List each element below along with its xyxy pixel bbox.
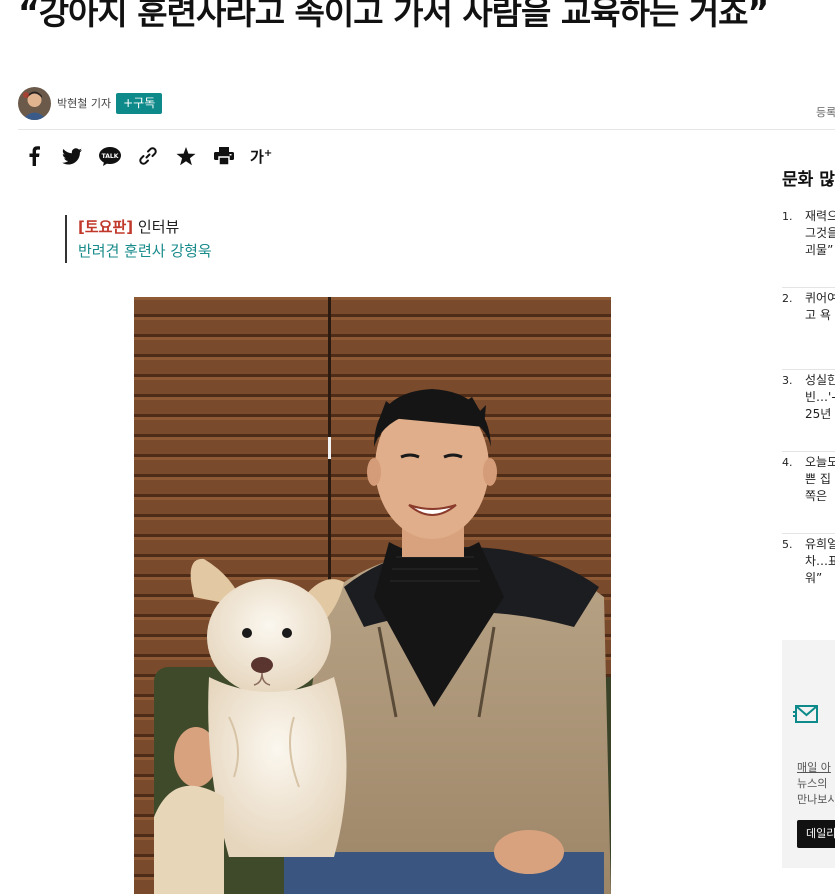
subhead-tag: [토요판] xyxy=(78,218,134,236)
byline-divider xyxy=(18,129,835,130)
share-toolbar: TALK 가+ xyxy=(22,144,272,168)
newsletter-subscribe-button[interactable]: 데일리 xyxy=(797,820,835,848)
kakaotalk-icon[interactable]: TALK xyxy=(98,144,122,168)
rank-number: 5. xyxy=(782,538,793,551)
rank-number: 2. xyxy=(782,292,793,305)
newsletter-desc-line: 만나보시 xyxy=(797,793,835,806)
reporter-name[interactable]: 박현철 기자 xyxy=(57,95,111,111)
newsletter-desc-line: 뉴스의 xyxy=(797,777,828,790)
rank-title[interactable]: 오늘도 쁜 집 쪽은 xyxy=(805,454,835,505)
star-icon[interactable] xyxy=(174,144,198,168)
sidebar-title: 문화 많이 xyxy=(782,170,835,190)
article-headline: “강아지 훈련사라고 속이고 가서 사람을 교육하는 거죠” xyxy=(18,0,769,32)
rank-title[interactable]: 퀴어여 고 욕 xyxy=(805,290,835,324)
font-size-label: 가 xyxy=(250,147,264,166)
rank-title[interactable]: 유희얼 차…표 워” xyxy=(805,536,835,587)
newsletter-description: 뉴스의 만나보시 xyxy=(797,776,835,808)
article-subhead: [토요판] 인터뷰 반려견 훈련사 강형욱 xyxy=(65,215,212,263)
subhead-kind: 인터뷰 xyxy=(137,218,180,236)
reporter-avatar[interactable] xyxy=(18,86,51,120)
rank-title[interactable]: 재력으 그것을 괴물” xyxy=(805,208,835,259)
subhead-title: 반려견 훈련사 강형욱 xyxy=(78,242,212,260)
newsletter-link[interactable]: 매일 아 xyxy=(797,759,831,775)
rank-number: 3. xyxy=(782,374,793,387)
ranking-item-2[interactable]: 2. 퀴어여 고 욕 xyxy=(782,288,835,370)
ranking-item-5[interactable]: 5. 유희얼 차…표 워” xyxy=(782,534,835,616)
svg-text:TALK: TALK xyxy=(102,153,119,160)
byline: 박현철 기자 +구독 xyxy=(18,86,163,120)
font-size-plus: + xyxy=(263,147,273,159)
registered-date-label: 등록 xyxy=(816,106,835,119)
print-icon[interactable] xyxy=(212,144,236,168)
ranking-list: 1. 재력으 그것을 괴물” 2. 퀴어여 고 욕 3. 성실한 빈…'- 25년 4… xyxy=(782,206,835,616)
ranking-item-1[interactable]: 1. 재력으 그것을 괴물” xyxy=(782,206,835,288)
article-photo xyxy=(134,297,611,894)
ranking-item-4[interactable]: 4. 오늘도 쁜 집 쪽은 xyxy=(782,452,835,534)
newsletter-box: 매일 아 뉴스의 만나보시 데일리 xyxy=(782,640,835,868)
font-size-button[interactable]: 가+ xyxy=(250,146,272,167)
rank-title[interactable]: 성실한 빈…'- 25년 xyxy=(805,372,835,423)
rank-number: 4. xyxy=(782,456,793,469)
rank-number: 1. xyxy=(782,210,793,223)
twitter-icon[interactable] xyxy=(60,144,84,168)
mail-icon xyxy=(793,704,819,728)
link-icon[interactable] xyxy=(136,144,160,168)
subscribe-button[interactable]: +구독 xyxy=(116,92,163,114)
facebook-icon[interactable] xyxy=(22,144,46,168)
ranking-item-3[interactable]: 3. 성실한 빈…'- 25년 xyxy=(782,370,835,452)
